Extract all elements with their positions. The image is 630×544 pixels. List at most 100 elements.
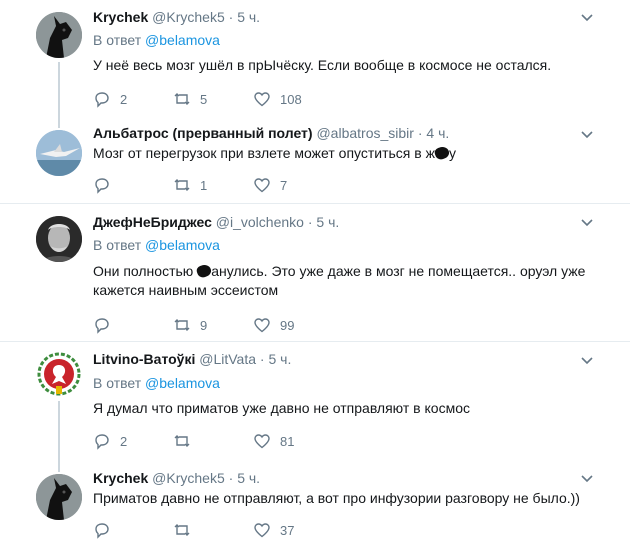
retweet-button[interactable]: 1 xyxy=(173,176,207,194)
avatar[interactable] xyxy=(36,130,82,176)
tweet[interactable]: Litvino-Ватоўкі @LitVata · 5 ч. В ответ … xyxy=(0,343,630,460)
like-button[interactable]: 37 xyxy=(253,521,294,539)
like-button[interactable]: 108 xyxy=(253,90,302,108)
tweet-header: ДжефНеБриджес @i_volchenko · 5 ч. xyxy=(93,214,339,230)
heart-icon xyxy=(254,178,270,193)
reply-count: 2 xyxy=(120,91,128,107)
chevron-down-icon[interactable] xyxy=(580,472,594,486)
retweet-button[interactable]: 5 xyxy=(173,90,207,108)
heart-icon xyxy=(254,523,270,538)
like-count: 108 xyxy=(280,91,302,107)
reply-context: В ответ @belamova xyxy=(93,32,220,48)
tweet[interactable]: Krychek @Krychek5 · 5 ч. В ответ @belamo… xyxy=(0,0,630,118)
reply-button[interactable]: 2 xyxy=(93,432,127,450)
reply-mention[interactable]: @belamova xyxy=(145,32,220,48)
user-handle[interactable]: @Krychek5 xyxy=(152,9,225,25)
chevron-down-icon[interactable] xyxy=(580,216,594,230)
heart-icon xyxy=(254,434,270,449)
separator-dot: · xyxy=(259,351,265,367)
like-button[interactable]: 7 xyxy=(253,176,287,194)
tweet-text: У неё весь мозг ушёл в прЫчёску. Если во… xyxy=(93,57,552,73)
timestamp[interactable]: 4 ч. xyxy=(426,125,449,141)
user-handle[interactable]: @LitVata xyxy=(199,351,256,367)
like-count: 37 xyxy=(280,522,295,538)
timestamp[interactable]: 5 ч. xyxy=(237,470,260,486)
display-name[interactable]: Krychek xyxy=(93,9,148,25)
tweet-header: Litvino-Ватоўкі @LitVata · 5 ч. xyxy=(93,351,291,367)
avatar[interactable] xyxy=(36,216,82,262)
reply-icon xyxy=(95,92,109,108)
retweet-count: 5 xyxy=(200,91,208,107)
separator-dot: · xyxy=(228,9,234,25)
reply-icon xyxy=(95,318,109,334)
display-name[interactable]: Litvino-Ватоўкі xyxy=(93,351,195,367)
reply-context: В ответ @belamova xyxy=(93,237,220,253)
separator-dot: · xyxy=(228,470,234,486)
retweet-button[interactable] xyxy=(173,521,200,539)
timestamp[interactable]: 5 ч. xyxy=(237,9,260,25)
retweet-icon xyxy=(174,319,190,331)
tweet-text: Приматов давно не отправляют, а вот про … xyxy=(93,490,580,506)
retweet-icon xyxy=(174,435,190,447)
retweet-icon xyxy=(174,524,190,536)
thread-line xyxy=(58,460,60,472)
retweet-count: 1 xyxy=(200,177,208,193)
chevron-down-icon[interactable] xyxy=(580,11,594,25)
reply-context: В ответ @belamova xyxy=(93,375,220,391)
tweet-header: Krychek @Krychek5 · 5 ч. xyxy=(93,9,260,25)
tweet[interactable]: ДжефНеБриджес @i_volchenko · 5 ч. В отве… xyxy=(0,205,630,342)
tweet-feed: Krychek @Krychek5 · 5 ч. В ответ @belamo… xyxy=(0,0,630,544)
thread-line xyxy=(58,401,60,460)
avatar[interactable] xyxy=(36,474,82,520)
reply-button[interactable] xyxy=(93,176,120,194)
retweet-icon xyxy=(174,179,190,191)
display-name[interactable]: Krychek xyxy=(93,470,148,486)
user-handle[interactable]: @Krychek5 xyxy=(152,470,225,486)
tweet-text-part: Мозг от перегрузок при взлете может опус… xyxy=(93,145,435,161)
separator-dot: · xyxy=(417,125,423,141)
tweet-text: Мозг от перегрузок при взлете может опус… xyxy=(93,144,593,163)
reply-prefix: В ответ xyxy=(93,375,142,391)
avatar[interactable] xyxy=(36,351,82,397)
reply-count: 2 xyxy=(120,433,128,449)
like-count: 7 xyxy=(280,177,288,193)
like-button[interactable]: 99 xyxy=(253,316,294,334)
thread-line xyxy=(58,62,60,118)
user-handle[interactable]: @albatros_sibir xyxy=(316,125,413,141)
chevron-down-icon[interactable] xyxy=(580,128,594,142)
display-name[interactable]: Альбатрос (прерванный полет) xyxy=(93,125,313,141)
reply-icon xyxy=(95,434,109,450)
retweet-count: 9 xyxy=(200,317,208,333)
thread-line xyxy=(58,118,60,128)
reply-mention[interactable]: @belamova xyxy=(145,375,220,391)
reply-button[interactable] xyxy=(93,316,120,334)
reply-prefix: В ответ xyxy=(93,32,142,48)
reply-button[interactable]: 2 xyxy=(93,90,127,108)
like-button[interactable]: 81 xyxy=(253,432,294,450)
user-handle[interactable]: @i_volchenko xyxy=(216,214,304,230)
reply-icon xyxy=(95,178,109,194)
heart-icon xyxy=(254,92,270,107)
avatar[interactable] xyxy=(36,12,82,58)
reply-button[interactable] xyxy=(93,521,120,539)
separator-dot: · xyxy=(307,214,313,230)
tweet-text: Я думал что приматов уже давно не отправ… xyxy=(93,400,470,416)
timestamp[interactable]: 5 ч. xyxy=(268,351,291,367)
tweet-header: Krychek @Krychek5 · 5 ч. xyxy=(93,470,260,486)
chevron-down-icon[interactable] xyxy=(580,354,594,368)
reply-prefix: В ответ xyxy=(93,237,142,253)
like-count: 81 xyxy=(280,433,295,449)
tweet-text: Они полностью анулись. Это уже даже в мо… xyxy=(93,262,593,300)
reply-mention[interactable]: @belamova xyxy=(145,237,220,253)
display-name[interactable]: ДжефНеБриджес xyxy=(93,214,212,230)
retweet-button[interactable]: 9 xyxy=(173,316,207,334)
tweet-text-part: Они полностью xyxy=(93,263,198,279)
retweet-button[interactable] xyxy=(173,432,200,450)
tweet[interactable]: Альбатрос (прерванный полет) @albatros_s… xyxy=(0,118,630,204)
reply-icon xyxy=(95,523,109,539)
timestamp[interactable]: 5 ч. xyxy=(316,214,339,230)
tweet-header: Альбатрос (прерванный полет) @albatros_s… xyxy=(93,125,449,141)
tweet[interactable]: Krychek @Krychek5 · 5 ч. Приматов давно … xyxy=(0,460,630,544)
tweet-text-part: у xyxy=(448,145,456,161)
heart-icon xyxy=(254,318,270,333)
